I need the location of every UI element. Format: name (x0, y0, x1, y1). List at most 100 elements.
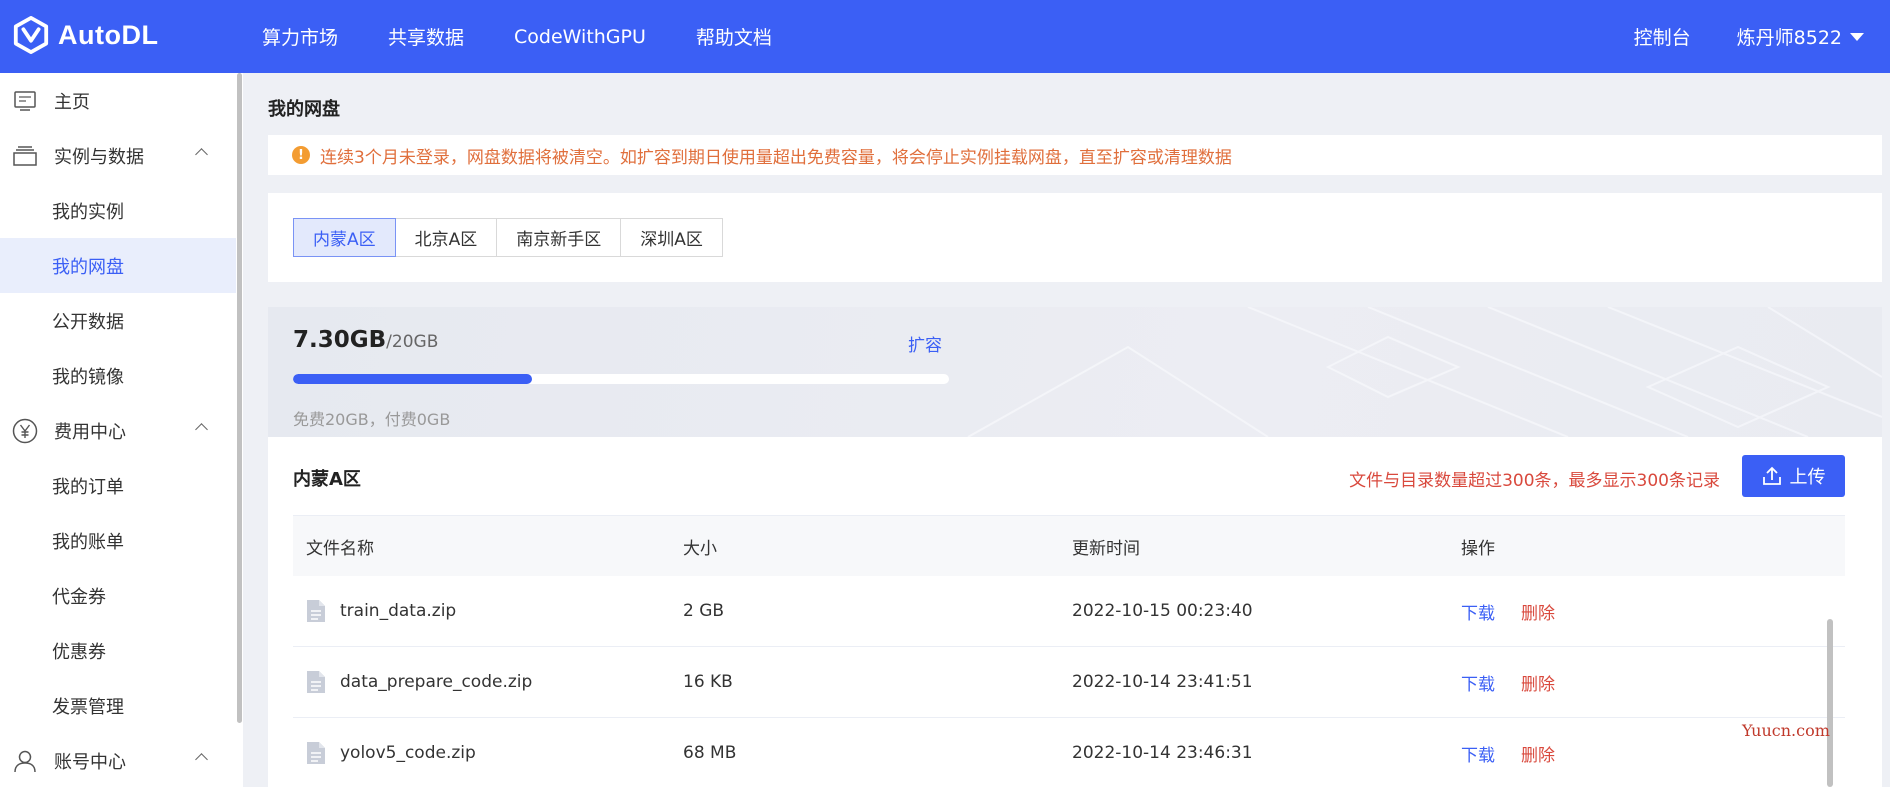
table-header: 文件名称 大小 更新时间 操作 (293, 515, 1845, 576)
sidebar-item-vouchers[interactable]: 代金券 (0, 568, 236, 623)
region-tabs: 内蒙A区 北京A区 南京新手区 深圳A区 (293, 218, 723, 257)
sidebar-item-public-data[interactable]: 公开数据 (0, 293, 236, 348)
file-table: 文件名称 大小 更新时间 操作 train_data.zip 2 GB 2022… (293, 515, 1845, 787)
home-icon (12, 88, 38, 114)
sidebar-group-billing[interactable]: 费用中心 (0, 403, 236, 458)
download-button[interactable]: 下载 (1461, 670, 1495, 695)
sidebar-item-label: 我的订单 (52, 476, 124, 498)
storage-quota-text: 免费20GB，付费0GB (293, 410, 451, 429)
tab-region-beijing-a[interactable]: 北京A区 (394, 218, 498, 257)
sidebar-item-coupons[interactable]: 优惠券 (0, 623, 236, 678)
nav-help-docs[interactable]: 帮助文档 (696, 23, 772, 50)
chevron-up-icon (195, 423, 208, 436)
storage-usage-card: 7.30GB/20GB 扩容 免费20GB，付费0GB (268, 307, 1882, 437)
user-icon (12, 748, 38, 774)
sidebar-item-label: 费用中心 (54, 421, 126, 443)
file-icon (307, 671, 325, 693)
col-header-size[interactable]: 大小 (683, 534, 1072, 559)
file-size: 68 MB (683, 743, 737, 763)
file-name[interactable]: data_prepare_code.zip (340, 672, 532, 692)
file-name-cell: yolov5_code.zip (293, 741, 683, 765)
file-icon (307, 742, 325, 764)
sidebar-item-my-orders[interactable]: 我的订单 (0, 458, 236, 513)
expand-capacity-link[interactable]: 扩容 (908, 331, 942, 356)
main-content: 我的网盘 ! 连续3个月未登录，网盘数据将被清空。如扩容到期日使用量超出免费容量… (243, 73, 1890, 787)
top-header: AutoDL 算力市场 共享数据 CodeWithGPU 帮助文档 控制台 炼丹… (0, 0, 1890, 73)
delete-button[interactable]: 删除 (1521, 741, 1555, 766)
tab-region-neimeng-a[interactable]: 内蒙A区 (293, 218, 396, 257)
sidebar-scrollbar[interactable] (237, 73, 242, 723)
storage-progress-bar (293, 374, 949, 384)
file-name-cell: data_prepare_code.zip (293, 670, 683, 694)
tab-region-nanjing-newbie[interactable]: 南京新手区 (496, 218, 622, 257)
file-size: 16 KB (683, 672, 733, 692)
delete-button[interactable]: 删除 (1521, 599, 1555, 624)
sidebar-item-label: 优惠券 (52, 641, 106, 663)
download-button[interactable]: 下载 (1461, 599, 1495, 624)
table-row: data_prepare_code.zip 16 KB 2022-10-14 2… (293, 647, 1845, 718)
sidebar-item-label: 实例与数据 (54, 146, 144, 168)
sidebar-item-label: 公开数据 (52, 311, 124, 333)
sidebar-item-my-netdisk[interactable]: 我的网盘 (0, 238, 236, 293)
layers-icon (12, 143, 38, 169)
file-actions: 下载 删除 (1461, 670, 1845, 695)
top-nav: 算力市场 共享数据 CodeWithGPU 帮助文档 (262, 0, 822, 73)
file-updated: 2022-10-15 00:23:40 (1072, 601, 1253, 621)
region-selector-card: 内蒙A区 北京A区 南京新手区 深圳A区 (268, 193, 1882, 282)
sidebar: 主页 实例与数据 我的实例 我的网盘 公开数据 我的镜像 费用中心 我的订单 我… (0, 73, 243, 787)
sidebar-group-account[interactable]: 账号中心 (0, 733, 236, 787)
chevron-up-icon (195, 148, 208, 161)
logo-text: AutoDL (58, 19, 159, 50)
username: 炼丹师8522 (1736, 27, 1842, 49)
nav-compute-market[interactable]: 算力市场 (262, 23, 338, 50)
table-row: yolov5_code.zip 68 MB 2022-10-14 23:46:3… (293, 718, 1845, 787)
upload-label: 上传 (1789, 467, 1826, 488)
warning-icon: ! (292, 146, 310, 164)
upload-button[interactable]: 上传 (1742, 455, 1845, 497)
page-title: 我的网盘 (268, 99, 340, 120)
logo[interactable]: AutoDL (12, 16, 158, 54)
sidebar-item-home[interactable]: 主页 (0, 73, 236, 128)
notice-text: 连续3个月未登录，网盘数据将被清空。如扩容到期日使用量超出免费容量，将会停止实例… (320, 147, 1232, 168)
file-list-card: 内蒙A区 文件与目录数量超过300条，最多显示300条记录 上传 文件名称 大小… (268, 437, 1882, 787)
sidebar-item-label: 发票管理 (52, 696, 124, 718)
upload-icon (1762, 466, 1781, 485)
file-name[interactable]: train_data.zip (340, 601, 456, 621)
chevron-down-icon (1850, 32, 1864, 41)
file-updated: 2022-10-14 23:46:31 (1072, 743, 1253, 763)
autodl-logo-icon (13, 16, 49, 54)
col-header-actions: 操作 (1461, 538, 1495, 559)
sidebar-item-invoices[interactable]: 发票管理 (0, 678, 236, 733)
sidebar-item-my-instances[interactable]: 我的实例 (0, 183, 236, 238)
yen-icon (12, 418, 38, 444)
sidebar-item-label: 我的账单 (52, 531, 124, 553)
sidebar-item-my-images[interactable]: 我的镜像 (0, 348, 236, 403)
sidebar-group-instances-data[interactable]: 实例与数据 (0, 128, 236, 183)
sidebar-item-label: 账号中心 (54, 751, 126, 773)
file-icon (307, 600, 325, 622)
sidebar-item-my-bills[interactable]: 我的账单 (0, 513, 236, 568)
file-limit-warning: 文件与目录数量超过300条，最多显示300条记录 (1349, 471, 1720, 491)
delete-button[interactable]: 删除 (1521, 670, 1555, 695)
col-header-name[interactable]: 文件名称 (293, 534, 683, 559)
storage-used: 7.30GB/20GB (293, 327, 438, 353)
file-name-cell: train_data.zip (293, 599, 683, 623)
sidebar-item-label: 我的实例 (52, 201, 124, 223)
user-menu[interactable]: 炼丹师8522 (1737, 23, 1864, 50)
file-name[interactable]: yolov5_code.zip (340, 743, 476, 763)
tab-region-shenzhen-a[interactable]: 深圳A区 (620, 218, 723, 257)
sidebar-item-label: 主页 (54, 91, 90, 113)
col-header-updated[interactable]: 更新时间 (1072, 534, 1461, 559)
file-size: 2 GB (683, 601, 725, 621)
storage-used-value: 7.30GB (293, 327, 387, 353)
console-link[interactable]: 控制台 (1634, 23, 1691, 50)
table-scrollbar[interactable] (1827, 619, 1833, 787)
download-button[interactable]: 下载 (1461, 741, 1495, 766)
sidebar-item-label: 我的网盘 (52, 256, 124, 278)
table-row: train_data.zip 2 GB 2022-10-15 00:23:40 … (293, 576, 1845, 647)
file-updated: 2022-10-14 23:41:51 (1072, 672, 1253, 692)
file-actions: 下载 删除 (1461, 741, 1845, 766)
nav-shared-data[interactable]: 共享数据 (388, 23, 464, 50)
nav-codewithgpu[interactable]: CodeWithGPU (514, 26, 646, 48)
storage-progress-fill (293, 374, 533, 384)
